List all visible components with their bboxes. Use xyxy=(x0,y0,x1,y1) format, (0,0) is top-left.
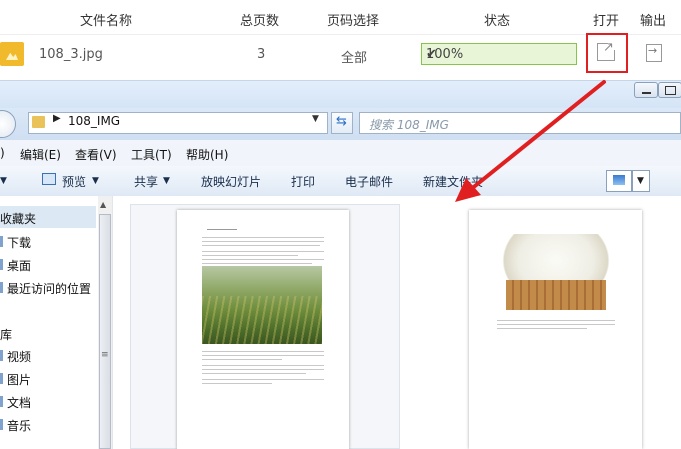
red-annotation-arrow xyxy=(455,80,606,202)
arrow-head xyxy=(455,178,481,202)
arrow-shaft xyxy=(468,80,606,192)
